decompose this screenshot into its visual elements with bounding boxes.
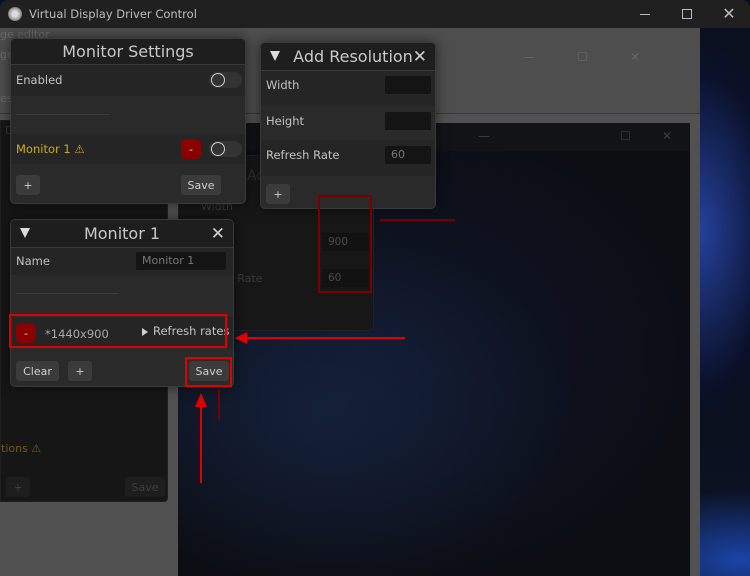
spacer-row (11, 96, 245, 134)
dialog-header: Add Resolution ✕ (261, 43, 435, 71)
monitor-list-item[interactable]: Monitor 1 ⚠ - (11, 134, 245, 164)
preview-close-icon: ✕ (662, 129, 673, 143)
add-resolution-button[interactable]: + (266, 184, 290, 204)
dialog-title: Monitor 1 (83, 224, 161, 243)
separator (16, 293, 119, 294)
dialog-footer: + Save (11, 164, 245, 203)
annotation-box-save (185, 357, 232, 387)
refresh-rate-input[interactable]: 60 (385, 146, 431, 164)
clear-button[interactable]: Clear (16, 361, 59, 381)
dialog-title: Add Resolution (293, 47, 413, 66)
annotation-box-resolution (9, 314, 227, 348)
collapse-icon[interactable] (270, 51, 280, 61)
ghost-maximize-icon: ☐ (577, 50, 588, 64)
name-label: Name (16, 254, 50, 268)
spacer-row (11, 275, 233, 317)
warning-icon: ⚠ (74, 142, 85, 156)
close-window-button[interactable]: ✕ (708, 0, 750, 28)
minimize-button[interactable] (624, 0, 666, 28)
annotation-line-dim (218, 390, 220, 420)
close-icon[interactable]: ✕ (413, 47, 427, 67)
ghost-warning-text: tions ⚠ (1, 442, 42, 455)
height-label: Height (266, 114, 305, 128)
name-input[interactable]: Monitor 1 (136, 252, 226, 270)
maximize-button[interactable] (666, 0, 708, 28)
ghost-add-button: + (6, 477, 30, 497)
minimize-icon (640, 13, 650, 15)
arrowhead-left (235, 332, 247, 344)
window-title: Virtual Display Driver Control (29, 7, 197, 21)
monitor-enabled-toggle[interactable] (209, 141, 242, 157)
background-window-controls: — ☐ ✕ (523, 50, 640, 64)
close-icon[interactable]: ✕ (211, 224, 225, 244)
ghost-save-button: Save (125, 477, 165, 497)
close-icon: ✕ (722, 4, 736, 23)
annotation-box-dim (318, 195, 372, 293)
annotation-arrow-dim (380, 219, 455, 221)
preview-minimize-icon: — (478, 129, 490, 143)
monitor-settings-dialog: Monitor Settings Enabled Monitor 1 ⚠ - +… (10, 38, 246, 204)
annotation-arrow-save (200, 405, 202, 483)
refresh-rate-row: Refresh Rate 60 (261, 140, 435, 176)
name-row: Name Monitor 1 (11, 249, 233, 275)
dialog-header: Monitor Settings (11, 39, 245, 65)
toggle-knob (211, 142, 225, 156)
add-monitor-button[interactable]: + (16, 175, 40, 195)
width-label: Width (266, 78, 300, 92)
height-row: Height (261, 106, 435, 140)
add-resolution-dialog: Add Resolution ✕ Width Height Refresh Ra… (260, 42, 436, 209)
separator (16, 114, 109, 115)
enabled-row: Enabled (11, 66, 245, 96)
toggle-knob (211, 73, 225, 87)
save-settings-button[interactable]: Save (181, 175, 221, 195)
window-titlebar: Virtual Display Driver Control ✕ (0, 0, 750, 28)
refresh-rate-label: Refresh Rate (266, 148, 340, 162)
app-logo-icon (8, 7, 22, 21)
height-input[interactable] (385, 112, 431, 130)
width-row: Width (261, 72, 435, 106)
ghost-minimize-icon: — (523, 50, 536, 64)
add-resolution-button[interactable]: + (68, 361, 92, 381)
dialog-title: Monitor Settings (62, 42, 194, 61)
collapse-icon[interactable] (20, 228, 30, 238)
remove-monitor-button[interactable]: - (181, 139, 201, 159)
enabled-label: Enabled (16, 73, 63, 87)
ghost-close-icon: ✕ (629, 50, 640, 64)
annotation-arrow-resolution (245, 337, 405, 339)
dialog-header: Monitor 1 ✕ (11, 220, 233, 248)
preview-maximize-icon: ☐ (620, 129, 631, 143)
main-window: — ☐ ✕ ge editor ge es — ☐ ✕ D tions ⚠ + … (0, 0, 750, 576)
maximize-icon (682, 9, 692, 19)
width-input[interactable] (385, 76, 431, 94)
monitor-name: Monitor 1 ⚠ (16, 142, 85, 156)
arrowhead-up (195, 393, 207, 407)
enabled-toggle[interactable] (209, 72, 242, 88)
